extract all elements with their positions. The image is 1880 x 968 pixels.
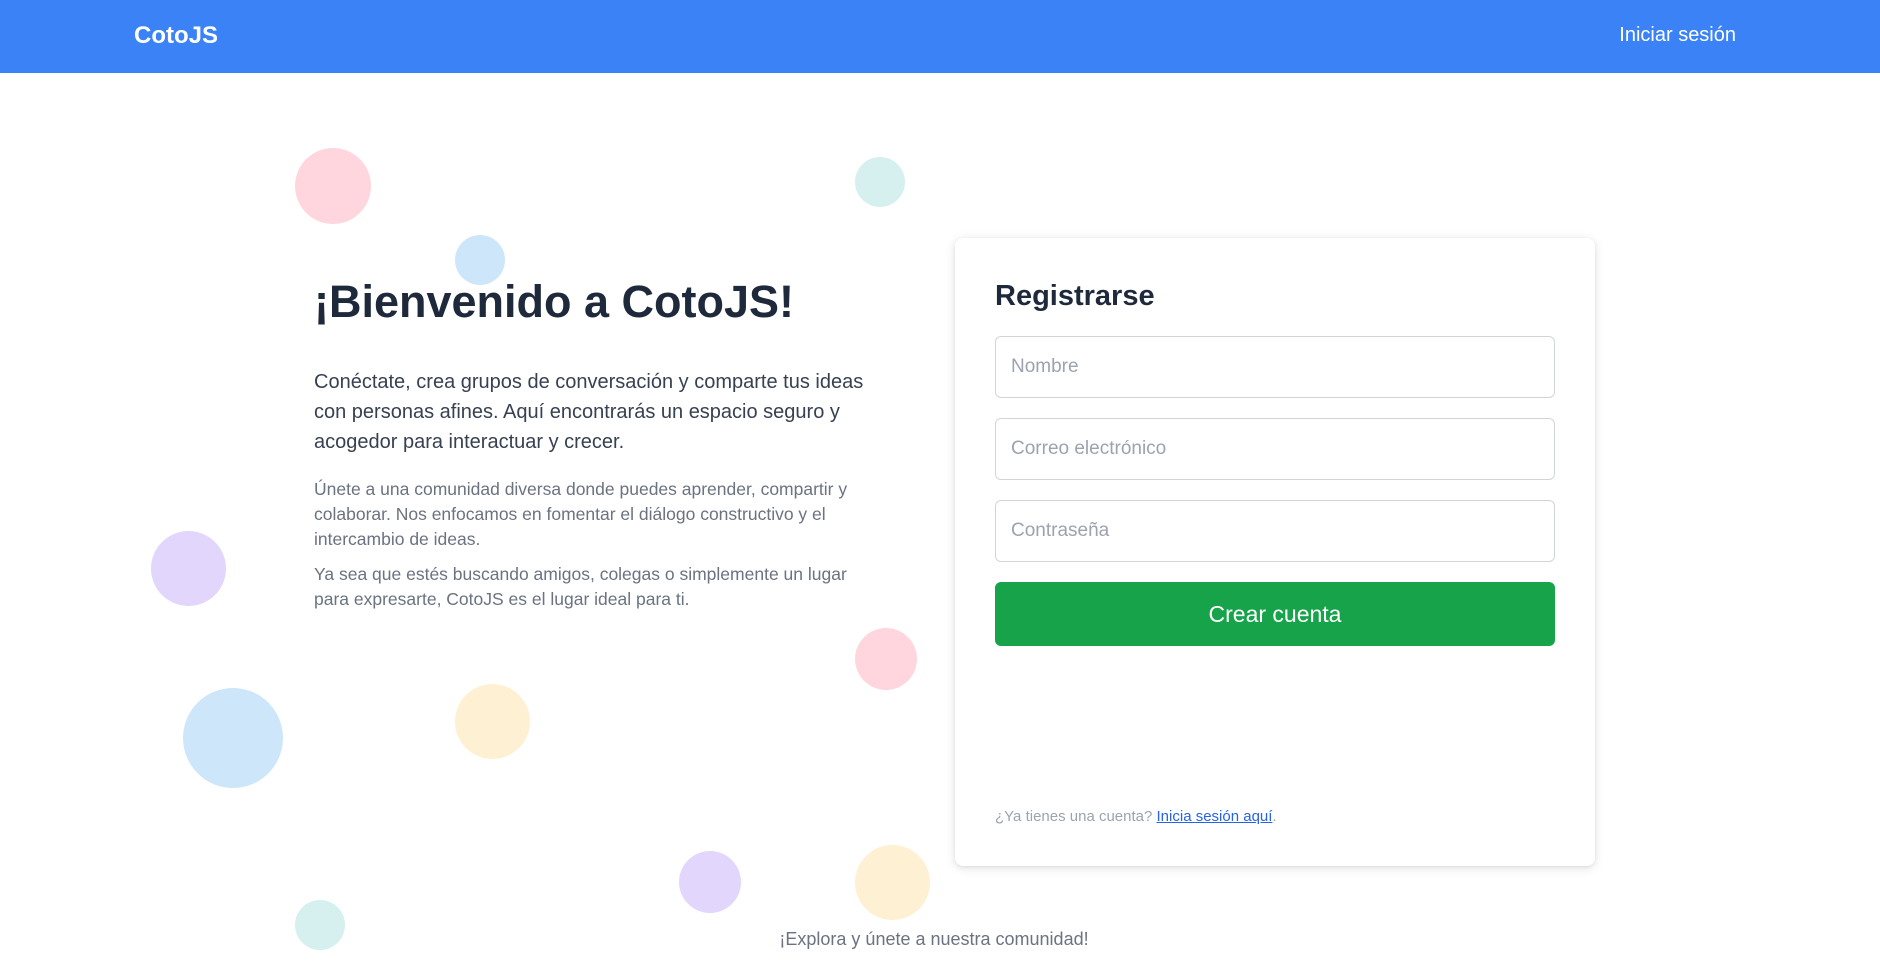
decor-bubble-yellow — [855, 845, 930, 920]
email-input[interactable] — [995, 418, 1555, 480]
login-prompt: ¿Ya tienes una cuenta? Inicia sesión aqu… — [995, 808, 1277, 825]
hero-title: ¡Bienvenido a CotoJS! — [314, 276, 795, 327]
create-account-button[interactable]: Crear cuenta — [995, 582, 1555, 646]
decor-bubble-pink — [855, 628, 917, 690]
nav-login-link[interactable]: Iniciar sesión — [1619, 24, 1736, 47]
decor-bubble-pink — [295, 148, 371, 224]
decor-bubble-purple — [151, 531, 226, 606]
name-input[interactable] — [995, 336, 1555, 398]
login-here-link[interactable]: Inicia sesión aquí — [1157, 808, 1273, 825]
decor-bubble-yellow — [455, 684, 530, 759]
signup-card: Registrarse Crear cuenta ¿Ya tienes una … — [955, 238, 1595, 866]
community-tagline: ¡Explora y únete a nuestra comunidad! — [779, 929, 1089, 949]
brand-logo[interactable]: CotoJS — [134, 22, 218, 50]
decor-bubble-purple — [679, 851, 741, 913]
password-input[interactable] — [995, 500, 1555, 562]
login-prompt-text: ¿Ya tienes una cuenta? — [995, 808, 1153, 825]
hero-lead: Conéctate, crea grupos de conversación y… — [314, 371, 864, 453]
navbar: CotoJS Iniciar sesión — [0, 0, 1880, 73]
hero-paragraph-2: Ya sea que estés buscando amigos, colega… — [314, 564, 847, 609]
decor-bubble-blue — [183, 688, 283, 788]
decor-bubble-teal — [855, 157, 905, 207]
signup-title: Registrarse — [995, 280, 1155, 312]
hero-paragraph-1: Únete a una comunidad diversa donde pued… — [314, 479, 848, 549]
login-prompt-suffix: . — [1272, 808, 1277, 825]
